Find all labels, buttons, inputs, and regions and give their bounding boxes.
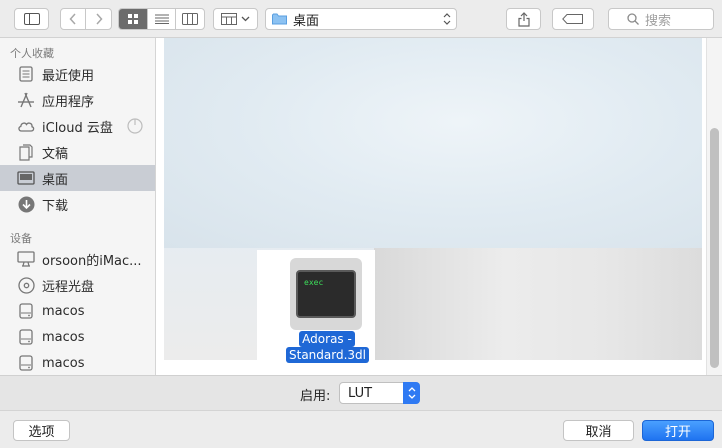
- desktop-background: [164, 38, 702, 360]
- sidebar-item-label: iCloud 云盘: [42, 120, 113, 136]
- cancel-button-label: 取消: [585, 425, 612, 440]
- sidebar: 个人收藏 最近使用 应用程序 iCloud 云盘 文稿 桌面 下载 设备 ors…: [0, 38, 156, 375]
- back-button[interactable]: [61, 9, 86, 29]
- sidebar-item-recents[interactable]: 最近使用: [0, 61, 155, 87]
- sidebar-item-label: macos: [42, 355, 85, 371]
- recents-icon: [16, 64, 36, 84]
- applications-icon: [16, 90, 36, 110]
- documents-icon: [16, 142, 36, 162]
- file-name[interactable]: Adoras - Standard.3dl: [286, 331, 369, 363]
- sidebar-item-label: 最近使用: [42, 68, 95, 84]
- sidebar-item-label: 应用程序: [42, 94, 95, 110]
- search-field[interactable]: 搜索: [608, 8, 714, 30]
- sidebar-item-desktop[interactable]: 桌面: [0, 165, 155, 191]
- list-view-button[interactable]: [148, 9, 176, 29]
- chevron-down-icon: [241, 16, 250, 22]
- sidebar-icon: [23, 13, 40, 25]
- sidebar-item-label: 文稿: [42, 146, 69, 162]
- disk-icon: [16, 301, 36, 321]
- scrollbar-thumb[interactable]: [710, 128, 719, 368]
- dialog-footer: 选项 取消 打开: [0, 410, 722, 448]
- imac-icon: [16, 249, 36, 269]
- desktop-icon: [16, 168, 36, 188]
- sidebar-item-remote-disc[interactable]: 远程光盘: [0, 272, 155, 298]
- options-button[interactable]: 选项: [13, 420, 70, 441]
- forward-button[interactable]: [86, 9, 111, 29]
- sidebar-item-label: macos: [42, 329, 85, 345]
- grid-icon: [128, 14, 138, 24]
- devices-section-title: 设备: [10, 232, 32, 245]
- icon-view-button[interactable]: [119, 9, 148, 29]
- file-icon-text: exec: [304, 278, 324, 287]
- updown-arrows-icon: [443, 13, 451, 25]
- chevron-left-icon: [69, 13, 76, 25]
- sidebar-item-disk-2[interactable]: macos: [0, 324, 155, 350]
- updown-arrows-icon: [408, 387, 415, 399]
- terminal-window: exec: [296, 270, 356, 318]
- file-name-line-2: Standard.3dl: [286, 347, 369, 363]
- tags-button[interactable]: [552, 8, 594, 30]
- sidebar-item-label: 桌面: [42, 172, 69, 188]
- desktop-background-bottom: [374, 248, 702, 360]
- share-icon: [517, 11, 530, 27]
- sidebar-item-icloud[interactable]: iCloud 云盘: [0, 113, 155, 139]
- remote-disc-icon: [16, 275, 36, 295]
- cancel-button[interactable]: 取消: [563, 420, 634, 441]
- nav-back-forward: [60, 8, 112, 30]
- icloud-icon: [16, 116, 36, 136]
- sidebar-toggle-button[interactable]: [14, 8, 49, 30]
- search-icon: [627, 13, 639, 25]
- chevron-right-icon: [95, 13, 103, 25]
- view-mode-switcher: [118, 8, 205, 30]
- folder-icon: [272, 13, 287, 25]
- location-label: 桌面: [293, 13, 320, 29]
- downloads-icon: [16, 194, 36, 214]
- vertical-scrollbar[interactable]: [706, 38, 722, 375]
- terminal-file-icon: exec: [290, 258, 362, 330]
- sidebar-item-documents[interactable]: 文稿: [0, 139, 155, 165]
- format-row: 启用: LUT: [0, 375, 722, 410]
- sidebar-item-label: orsoon的iMac...: [42, 253, 142, 269]
- sidebar-item-label: macos: [42, 303, 85, 319]
- list-icon: [154, 14, 169, 24]
- sidebar-item-disk-1[interactable]: macos: [0, 298, 155, 324]
- location-popup[interactable]: 桌面: [265, 8, 457, 30]
- toolbar: 桌面 搜索: [0, 0, 722, 38]
- options-button-label: 选项: [28, 425, 55, 440]
- file-browser: exec Adoras - Standard.3dl: [156, 38, 722, 375]
- open-button[interactable]: 打开: [642, 420, 714, 441]
- favorites-section-title: 个人收藏: [10, 47, 54, 60]
- sidebar-item-disk-3[interactable]: macos: [0, 350, 155, 375]
- sidebar-item-applications[interactable]: 应用程序: [0, 87, 155, 113]
- sidebar-item-label: 远程光盘: [42, 279, 95, 295]
- column-view-button[interactable]: [176, 9, 204, 29]
- disk-icon: [16, 327, 36, 347]
- group-by-button[interactable]: [213, 8, 258, 30]
- sidebar-item-downloads[interactable]: 下载: [0, 191, 155, 217]
- desktop-background-top: [164, 38, 702, 248]
- sidebar-item-label: 下载: [42, 198, 69, 214]
- progress-circle-icon: [127, 118, 143, 134]
- format-select[interactable]: LUT: [339, 382, 420, 404]
- share-button[interactable]: [506, 8, 541, 30]
- file-name-line-1: Adoras -: [299, 331, 355, 347]
- search-placeholder: 搜索: [645, 13, 672, 29]
- format-select-value: LUT: [348, 385, 373, 401]
- enable-label: 启用:: [300, 389, 331, 404]
- select-arrows: [403, 382, 420, 404]
- columns-icon: [182, 13, 198, 25]
- disk-icon: [16, 353, 36, 373]
- sidebar-item-imac[interactable]: orsoon的iMac...: [0, 246, 155, 272]
- open-button-label: 打开: [664, 425, 691, 440]
- group-grid-icon: [221, 13, 237, 25]
- tag-icon: [562, 14, 583, 24]
